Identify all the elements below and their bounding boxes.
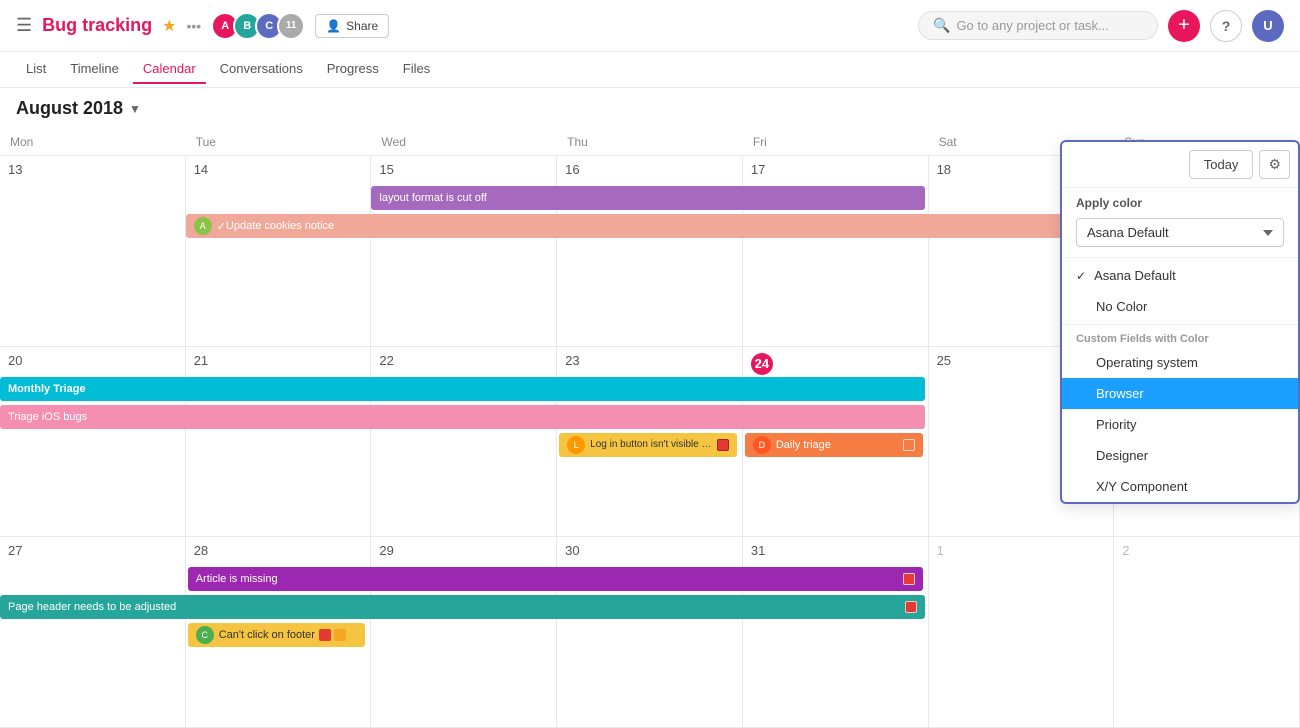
tab-files[interactable]: Files xyxy=(393,55,440,84)
day-header-tue: Tue xyxy=(186,129,372,155)
square-red xyxy=(903,573,915,585)
dropdown-item-priority[interactable]: Priority xyxy=(1062,409,1298,440)
calendar-container: August 2018 ▼ Mon Tue Wed Thu Fri Sat Su… xyxy=(0,88,1300,728)
help-button[interactable]: ? xyxy=(1210,10,1242,42)
day-27[interactable]: 27 xyxy=(0,537,186,727)
day-header-fri: Fri xyxy=(743,129,929,155)
square-icon xyxy=(717,439,729,451)
event-article-missing[interactable]: Article is missing xyxy=(188,567,923,591)
dropdown-item-browser[interactable]: Browser xyxy=(1062,378,1298,409)
day-14[interactable]: 14 xyxy=(186,156,372,346)
apply-color-label: Apply color xyxy=(1062,188,1298,214)
share-icon: 👤 xyxy=(326,19,341,33)
event-update-cookies[interactable]: A ✓ Update cookies notice xyxy=(186,214,1111,238)
event-page-header[interactable]: Page header needs to be adjusted xyxy=(0,595,925,619)
search-bar[interactable]: 🔍 Go to any project or task... xyxy=(918,11,1158,40)
day-13[interactable]: 13 xyxy=(0,156,186,346)
share-button[interactable]: 👤 Share xyxy=(315,14,389,38)
day-16[interactable]: 16 xyxy=(557,156,743,346)
dropdown-item-asana-default[interactable]: ✓ Asana Default xyxy=(1062,260,1298,291)
event-avatar-4: C xyxy=(196,626,214,644)
chevron-down-icon: ▼ xyxy=(129,102,141,116)
avatar-count[interactable]: 11 xyxy=(277,12,305,40)
dropdown-section-custom-fields: Custom Fields with Color xyxy=(1062,327,1298,347)
dropdown-item-xy-component[interactable]: X/Y Component xyxy=(1062,471,1298,502)
day-header-thu: Thu xyxy=(557,129,743,155)
color-select[interactable]: Asana Default xyxy=(1076,218,1284,247)
calendar-week-3: 27 28 29 30 31 1 2 Article is missing Pa… xyxy=(0,537,1300,728)
calendar-header: August 2018 ▼ xyxy=(0,88,1300,129)
search-icon: 🔍 xyxy=(933,17,950,34)
day-31[interactable]: 31 xyxy=(743,537,929,727)
top-bar: ☰ Bug tracking ★ ••• A B C 11 👤 Share 🔍 … xyxy=(0,0,1300,52)
event-avatar-3: D xyxy=(753,436,771,454)
dropdown-header: Today ⚙ xyxy=(1062,142,1298,188)
tab-timeline[interactable]: Timeline xyxy=(60,55,129,84)
dropdown-item-designer[interactable]: Designer xyxy=(1062,440,1298,471)
add-button[interactable]: + xyxy=(1168,10,1200,42)
day-2[interactable]: 2 xyxy=(1114,537,1300,727)
apply-color-dropdown: Today ⚙ Apply color Asana Default ✓ Asan… xyxy=(1060,140,1300,504)
tab-list[interactable]: List xyxy=(16,55,56,84)
star-icon[interactable]: ★ xyxy=(162,16,176,36)
square-icon-dt xyxy=(903,439,915,451)
orange-sq xyxy=(334,629,346,641)
check-mark: ✓ xyxy=(217,220,226,233)
nav-tabs: List Timeline Calendar Conversations Pro… xyxy=(0,52,1300,88)
dropdown-item-operating-system[interactable]: Operating system xyxy=(1062,347,1298,378)
day-15[interactable]: 15 xyxy=(371,156,557,346)
settings-button[interactable]: ⚙ xyxy=(1259,150,1290,179)
check-icon: ✓ xyxy=(1076,269,1086,283)
avatar-group: A B C 11 xyxy=(211,12,305,40)
event-login-button[interactable]: L Log in button isn't visible from mobil… xyxy=(559,433,737,457)
search-placeholder: Go to any project or task... xyxy=(956,18,1108,33)
day-29[interactable]: 29 xyxy=(371,537,557,727)
event-avatar: A xyxy=(194,217,212,235)
dropdown-item-no-color[interactable]: No Color xyxy=(1062,291,1298,322)
day-1[interactable]: 1 xyxy=(929,537,1115,727)
project-title: Bug tracking xyxy=(42,15,152,36)
event-avatar-2: L xyxy=(567,436,585,454)
month-title[interactable]: August 2018 ▼ xyxy=(16,98,141,119)
menu-icon[interactable]: ☰ xyxy=(16,15,32,36)
today-button[interactable]: Today xyxy=(1189,150,1254,179)
day-30[interactable]: 30 xyxy=(557,537,743,727)
event-monthly-triage[interactable]: Monthly Triage xyxy=(0,377,925,401)
user-avatar[interactable]: U xyxy=(1252,10,1284,42)
day-22[interactable]: 22 xyxy=(371,347,557,537)
red-sq xyxy=(319,629,331,641)
tab-conversations[interactable]: Conversations xyxy=(210,55,313,84)
day-header-mon: Mon xyxy=(0,129,186,155)
tab-calendar[interactable]: Calendar xyxy=(133,55,206,84)
event-triage-ios[interactable]: Triage iOS bugs xyxy=(0,405,925,429)
day-20[interactable]: 20 xyxy=(0,347,186,537)
event-layout-format[interactable]: layout format is cut off xyxy=(371,186,924,210)
event-daily-triage[interactable]: D Daily triage xyxy=(745,433,923,457)
day-21[interactable]: 21 xyxy=(186,347,372,537)
square-red-2 xyxy=(905,601,917,613)
day-header-wed: Wed xyxy=(371,129,557,155)
day-17[interactable]: 17 xyxy=(743,156,929,346)
more-icon[interactable]: ••• xyxy=(187,18,202,34)
dropdown-select-wrapper: Asana Default xyxy=(1062,214,1298,255)
tab-progress[interactable]: Progress xyxy=(317,55,389,84)
event-cant-click-footer[interactable]: C Can't click on footer xyxy=(188,623,366,647)
